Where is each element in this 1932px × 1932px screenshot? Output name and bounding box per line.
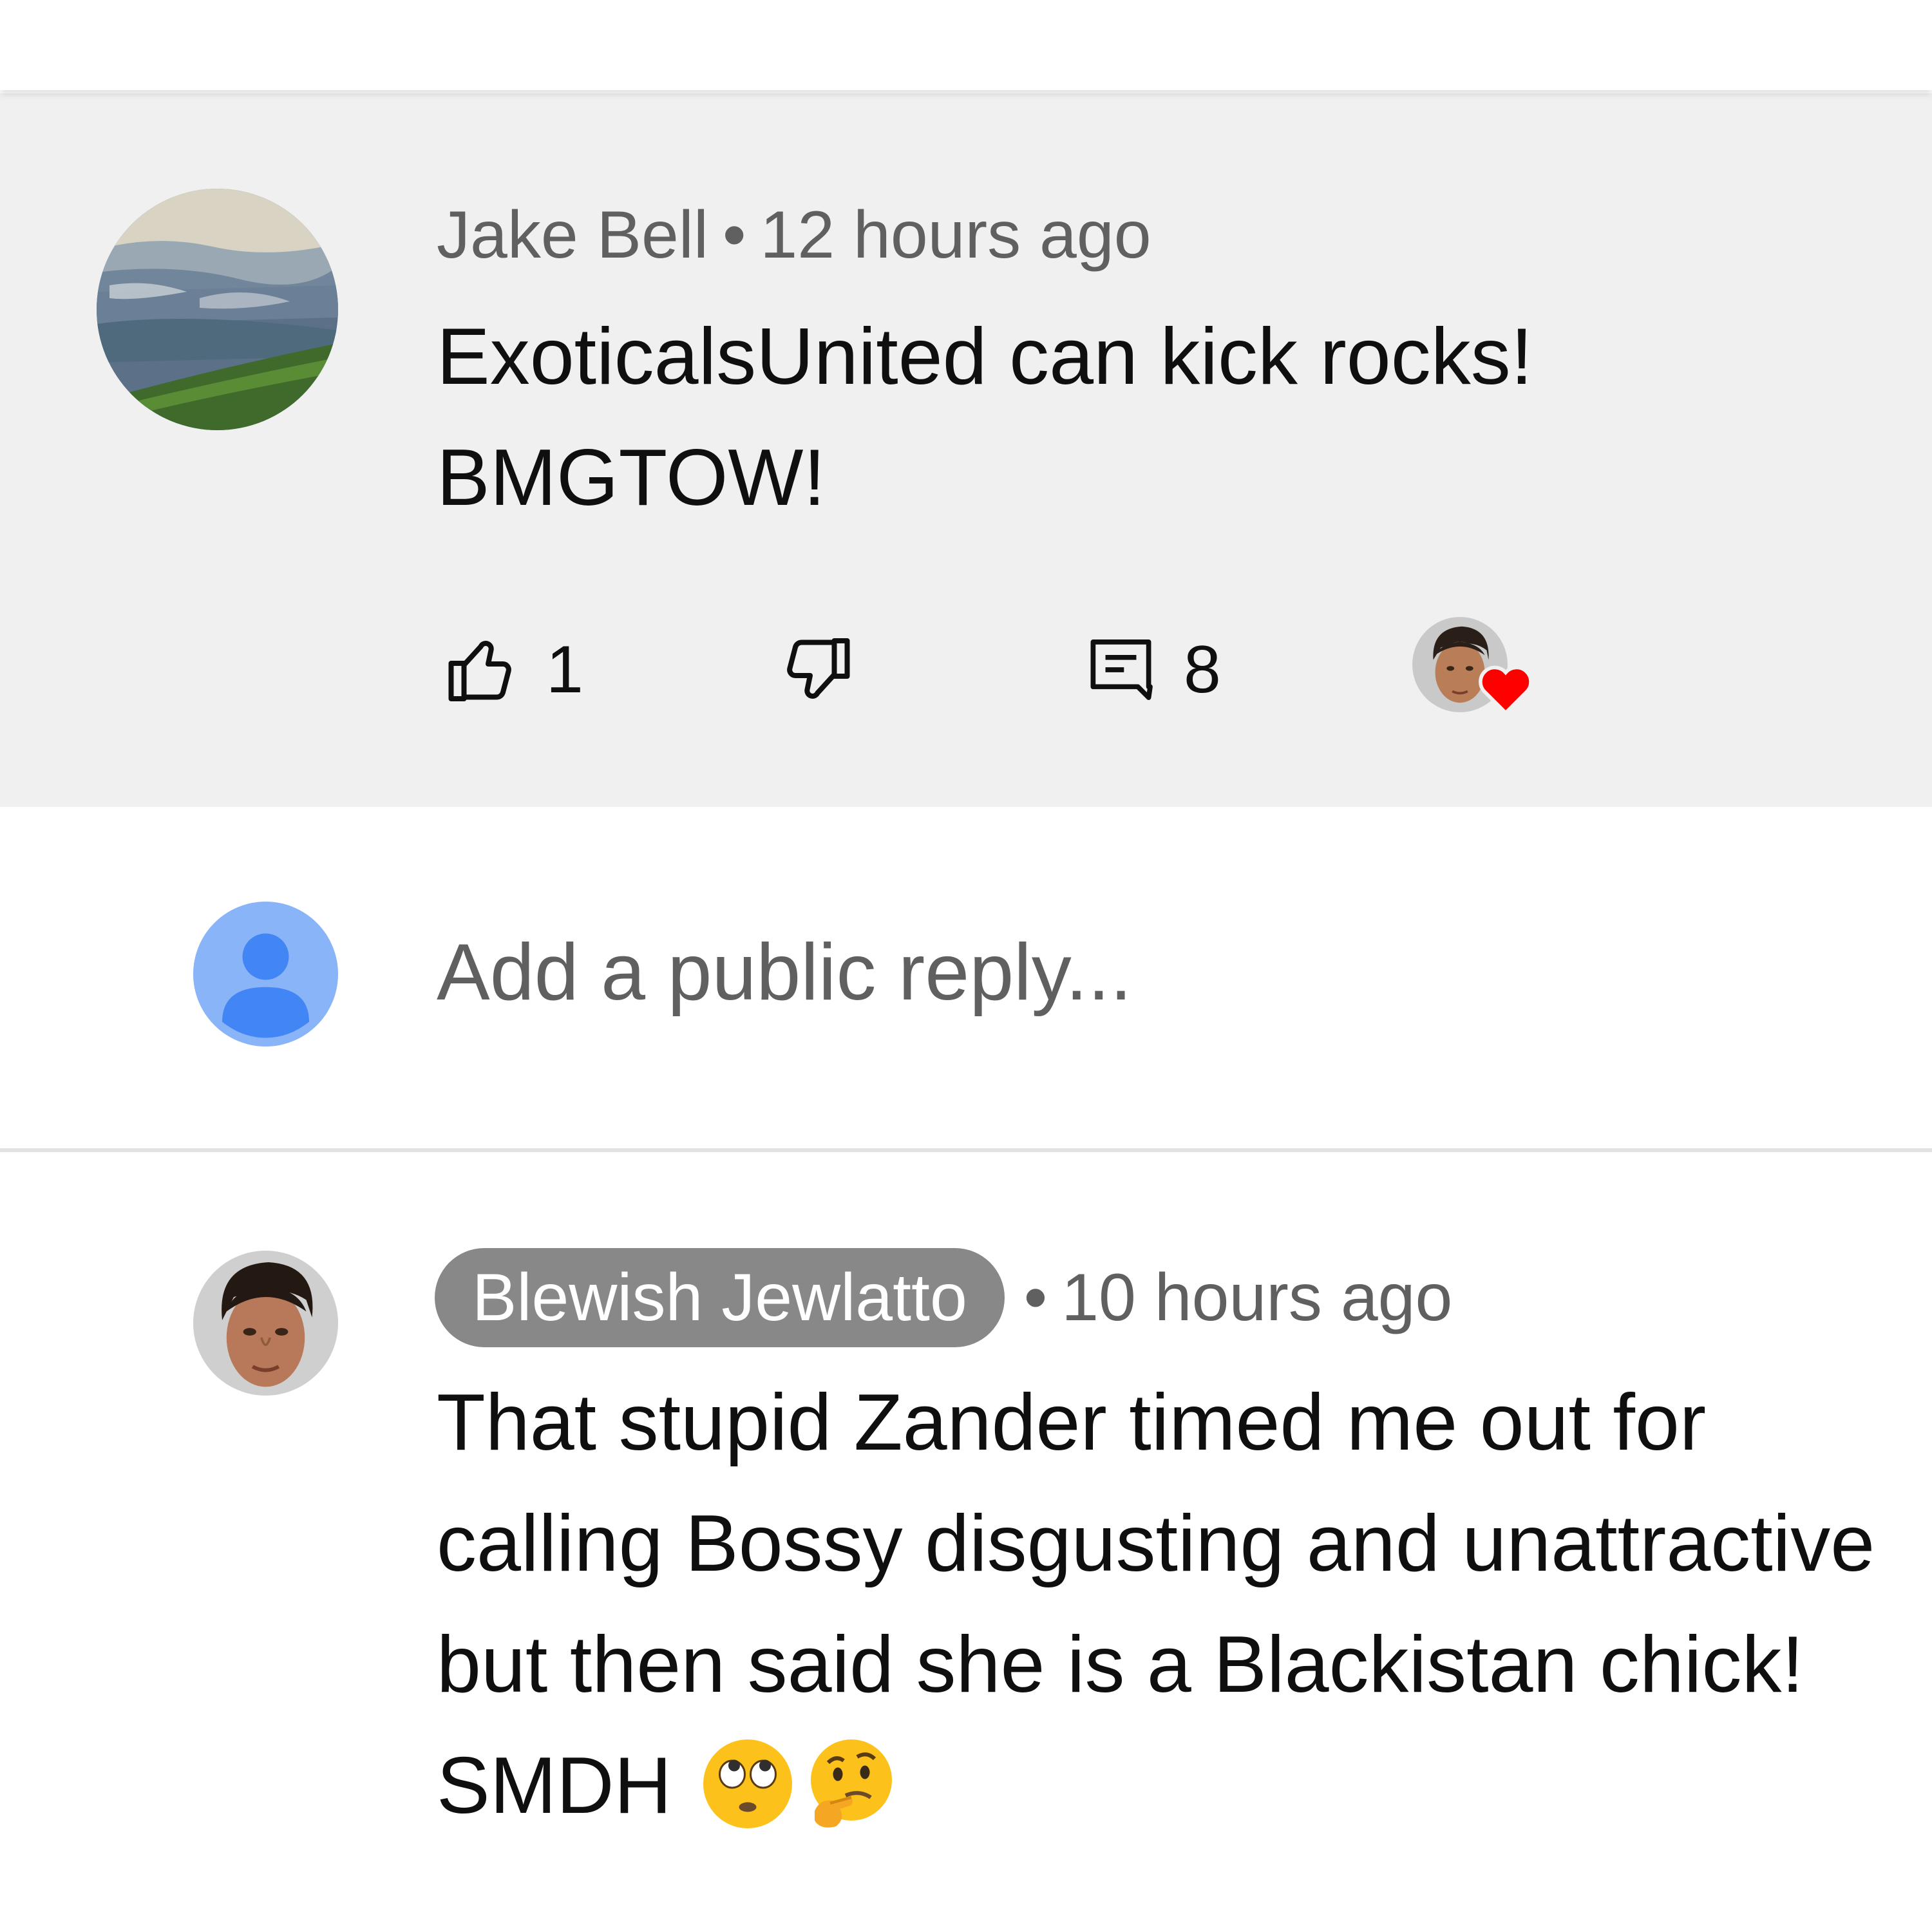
avatar-blewish-jewlatto[interactable] <box>193 1251 338 1396</box>
like-button[interactable]: 1 <box>443 612 583 728</box>
author-name[interactable]: Jake Bell <box>437 198 708 272</box>
thumbs-up-icon <box>443 631 520 708</box>
comment-reply-icon <box>1084 631 1158 708</box>
default-user-icon <box>193 902 338 1046</box>
replies-button[interactable]: 8 <box>1084 612 1221 728</box>
author-name-badge[interactable]: Blewish Jewlatto <box>435 1248 1005 1347</box>
thinking-face-icon <box>810 1739 892 1828</box>
current-user-avatar <box>193 902 338 1046</box>
dislike-button[interactable] <box>778 612 855 728</box>
separator-dot: • <box>1023 1260 1048 1335</box>
comment-timestamp[interactable]: 12 hours ago <box>760 198 1151 272</box>
top-bar <box>0 0 1932 90</box>
comment-author-line: Blewish Jewlatto • 10 hours ago <box>435 1248 1452 1347</box>
comment-timestamp[interactable]: 10 hours ago <box>1061 1260 1452 1336</box>
creator-heart-badge <box>1412 612 1554 728</box>
reply-input[interactable] <box>437 918 1853 1027</box>
comment-text-body: That stupid Zander timed me out for call… <box>437 1378 1875 1830</box>
divider <box>0 1148 1932 1152</box>
avatar-jake-bell[interactable] <box>97 189 338 430</box>
comment-author-line: Jake Bell • 12 hours ago <box>437 193 1151 277</box>
thumbs-down-icon <box>778 631 855 708</box>
reply-composer <box>0 808 1932 1150</box>
comment-action-bar: 1 8 <box>437 612 1596 728</box>
comment-text: ExoticalsUnited can kick rocks! BMGTOW! <box>437 312 1533 522</box>
separator-dot: • <box>723 198 746 272</box>
face-with-rolling-eyes-icon <box>703 1739 792 1828</box>
heart-icon <box>1477 660 1535 718</box>
comment-text: That stupid Zander timed me out for call… <box>437 1362 1886 1846</box>
like-count: 1 <box>546 632 583 707</box>
reply-count: 8 <box>1184 632 1221 707</box>
